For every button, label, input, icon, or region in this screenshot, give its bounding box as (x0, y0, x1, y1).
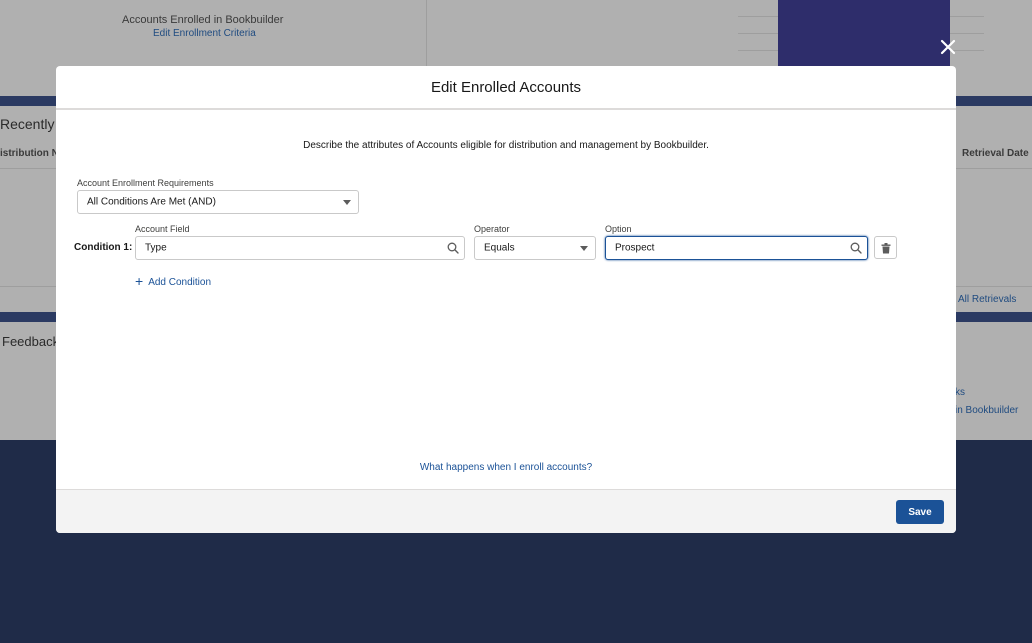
operator-label: Operator (474, 224, 510, 234)
modal-title: Edit Enrolled Accounts (430, 79, 582, 96)
account-field-value: Type (145, 242, 167, 254)
background-feedback-title: Feedback (2, 334, 60, 349)
delete-condition-button[interactable] (874, 236, 897, 259)
help-link-label[interactable]: What happens when I enroll accounts? (420, 462, 592, 473)
requirements-value: All Conditions Are Met (AND) (87, 196, 216, 208)
background-divider (426, 0, 427, 70)
condition-label: Condition 1: (74, 242, 133, 253)
add-condition-label: Add Condition (148, 277, 212, 288)
modal-footer: Save (56, 489, 956, 533)
search-icon (850, 242, 862, 254)
help-link[interactable]: What happens when I enroll accounts? (56, 462, 956, 473)
option-label: Option (605, 224, 632, 234)
search-icon (447, 242, 459, 254)
modal-header: Edit Enrolled Accounts (56, 66, 956, 110)
background-column-distribution: istribution N (0, 148, 59, 159)
requirements-label: Account Enrollment Requirements (77, 178, 214, 188)
account-field-label: Account Field (135, 224, 190, 234)
background-edit-criteria-link: Edit Enrollment Criteria (153, 28, 256, 39)
chevron-down-icon (580, 246, 588, 251)
option-input[interactable]: Prospect (605, 236, 868, 260)
background-column-retrieval-date: Retrieval Date (962, 148, 1029, 159)
chevron-down-icon (343, 200, 351, 205)
background-chart-block (778, 0, 950, 70)
background-all-retrievals-link: All Retrievals (958, 294, 1017, 305)
add-condition-button[interactable]: + Add Condition (135, 272, 212, 289)
modal-description: Describe the attributes of Accounts elig… (303, 140, 709, 151)
plus-icon: + (135, 273, 144, 289)
account-field-input[interactable]: Type (135, 236, 465, 260)
operator-select[interactable]: Equals (474, 236, 596, 260)
background-link: in Bookbuilder (955, 405, 1019, 416)
save-button[interactable]: Save (896, 500, 944, 524)
background-stat-label: Accounts Enrolled in Bookbuilder (122, 14, 284, 26)
operator-value: Equals (484, 242, 515, 254)
edit-enrolled-accounts-modal: Edit Enrolled Accounts Describe the attr… (56, 66, 956, 533)
option-value: Prospect (615, 242, 655, 254)
trash-icon (881, 243, 891, 254)
close-icon[interactable] (937, 36, 959, 58)
requirements-select[interactable]: All Conditions Are Met (AND) (77, 190, 359, 214)
background-link: ks (955, 387, 965, 398)
